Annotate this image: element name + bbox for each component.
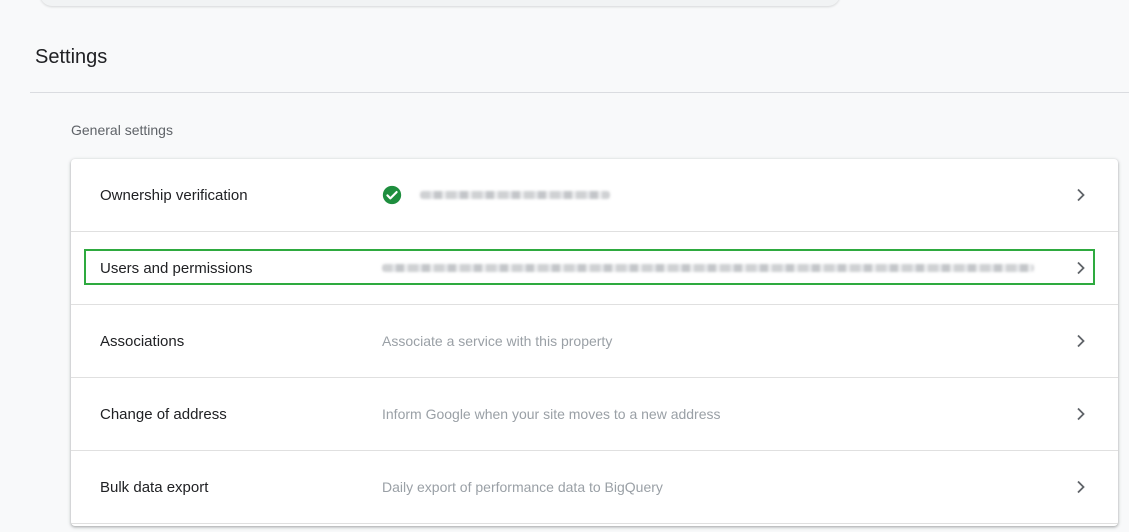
top-bar-pill <box>40 0 840 6</box>
redacted-text <box>382 264 1034 272</box>
title-divider <box>30 92 1129 93</box>
settings-row-change-of-address[interactable]: Change of address Inform Google when you… <box>71 378 1118 451</box>
row-description: Associate a service with this property <box>382 333 613 349</box>
settings-row-ownership-verification[interactable]: Ownership verification <box>71 159 1118 232</box>
chevron-right-icon[interactable] <box>1076 407 1086 421</box>
settings-row-bulk-data-export[interactable]: Bulk data export Daily export of perform… <box>71 451 1118 524</box>
chevron-right-icon[interactable] <box>1076 188 1086 202</box>
settings-row-users-and-permissions[interactable]: Users and permissions <box>71 232 1118 305</box>
row-label: Bulk data export <box>100 478 209 496</box>
row-label: Associations <box>100 332 185 350</box>
row-description: Inform Google when your site moves to a … <box>382 406 721 422</box>
settings-row-associations[interactable]: Associations Associate a service with th… <box>71 305 1118 378</box>
page-title: Settings <box>35 46 108 68</box>
section-label-general-settings: General settings <box>71 122 173 138</box>
chevron-right-icon[interactable] <box>1076 334 1086 348</box>
row-description <box>382 264 1034 272</box>
redacted-text <box>420 191 610 199</box>
row-label: Ownership verification <box>100 186 248 204</box>
row-description <box>382 185 610 205</box>
row-description: Daily export of performance data to BigQ… <box>382 479 663 495</box>
check-circle-icon <box>382 185 402 205</box>
row-label: Change of address <box>100 405 227 423</box>
general-settings-card: Ownership verification Users and permiss… <box>71 159 1118 526</box>
chevron-right-icon[interactable] <box>1076 480 1086 494</box>
row-label: Users and permissions <box>100 259 253 277</box>
chevron-right-icon[interactable] <box>1076 261 1086 275</box>
